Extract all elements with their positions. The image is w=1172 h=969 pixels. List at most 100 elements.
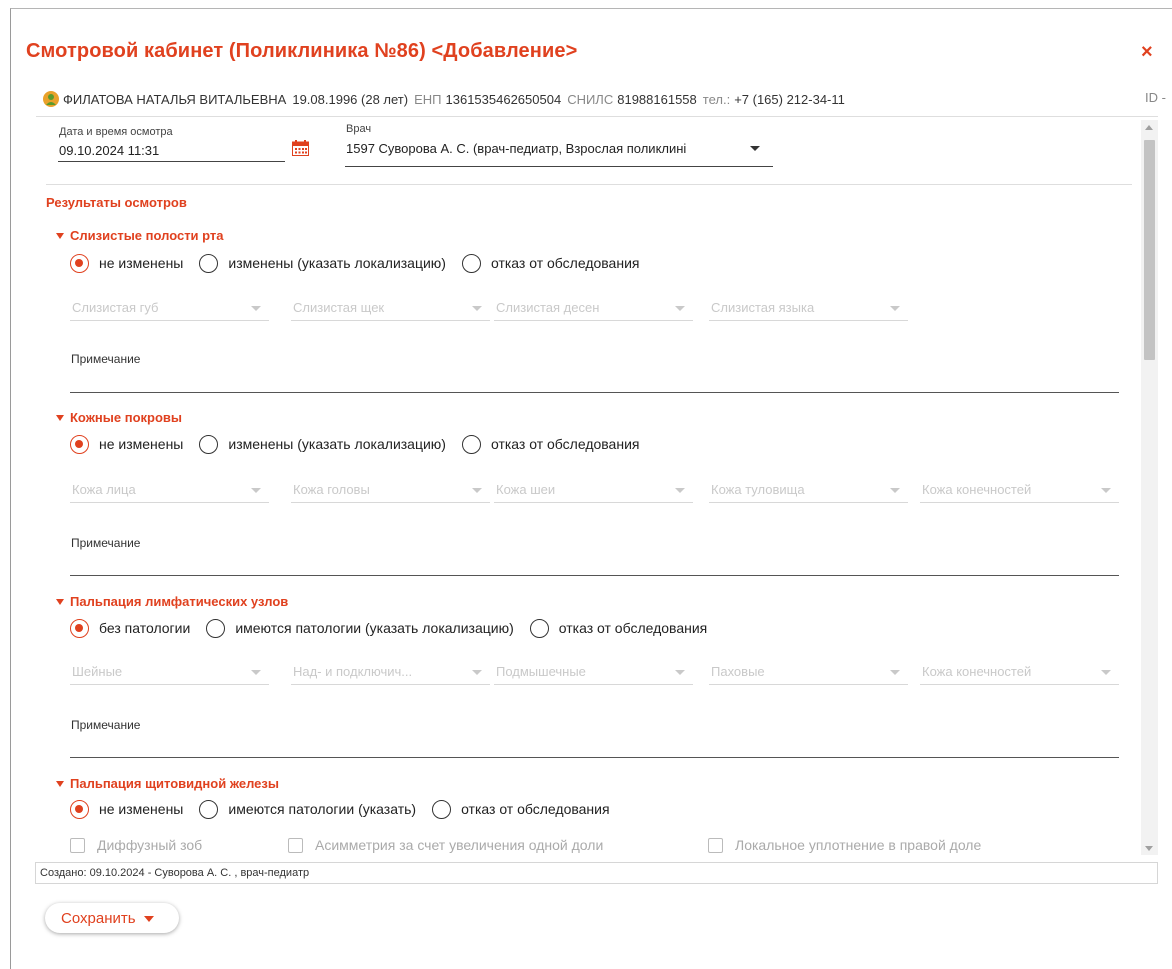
section-lymph-title: Пальпация лимфатических узлов xyxy=(70,594,289,609)
mucosa-tongue-select[interactable]: Слизистая языка xyxy=(709,297,908,321)
checkbox-box xyxy=(70,837,85,853)
lymph-radio-normal[interactable]: без патологии xyxy=(70,618,191,638)
chevron-down-icon xyxy=(675,488,685,493)
radio-circle xyxy=(461,253,481,273)
collapse-triangle-icon xyxy=(56,415,64,421)
doctor-underline xyxy=(345,166,773,167)
skin-neck-select[interactable]: Кожа шеи xyxy=(494,479,693,503)
chevron-down-icon xyxy=(251,670,261,675)
scroll-down-icon[interactable] xyxy=(1145,846,1153,851)
mucosa-radio-refusal[interactable]: отказ от обследования xyxy=(461,253,639,273)
radio-circle xyxy=(199,253,219,273)
radio-circle xyxy=(461,434,481,454)
radio-label: без патологии xyxy=(99,620,191,636)
section-mucosa-toggle[interactable]: Слизистые полости рта xyxy=(56,228,224,243)
lymph-radio-group: без патологии имеются патологии (указать… xyxy=(70,618,707,638)
checkbox-label: Диффузный зоб xyxy=(97,837,203,853)
phone-label: тел.: xyxy=(702,91,731,107)
chevron-down-icon xyxy=(675,670,685,675)
radio-circle xyxy=(432,799,452,819)
select-placeholder: Кожа туловища xyxy=(711,482,805,497)
radio-circle xyxy=(70,618,89,638)
radio-label: не изменены xyxy=(99,436,184,452)
thyroid-radio-unchanged[interactable]: не изменены xyxy=(70,799,184,819)
lymph-radio-pathology[interactable]: имеются патологии (указать локализацию) xyxy=(206,618,514,638)
chevron-down-icon xyxy=(472,670,482,675)
mucosa-cheeks-select[interactable]: Слизистая щек xyxy=(291,297,490,321)
checkbox-box xyxy=(288,837,303,853)
select-placeholder: Подмышечные xyxy=(496,664,586,679)
skin-radio-unchanged[interactable]: не изменены xyxy=(70,434,184,454)
select-placeholder: Слизистая языка xyxy=(711,300,815,315)
dialog-title: Смотровой кабинет (Поликлиника №86) <Доб… xyxy=(26,40,578,62)
select-placeholder: Слизистая десен xyxy=(496,300,600,315)
skin-face-select[interactable]: Кожа лица xyxy=(70,479,269,503)
section-thyroid-toggle[interactable]: Пальпация щитовидной железы xyxy=(56,776,279,791)
save-menu-icon[interactable] xyxy=(143,916,154,922)
skin-head-select[interactable]: Кожа головы xyxy=(291,479,490,503)
skin-limbs-select[interactable]: Кожа конечностей xyxy=(920,479,1119,503)
lymph-cervical-select[interactable]: Шейные xyxy=(70,661,269,685)
lymph-radio-refusal[interactable]: отказ от обследования xyxy=(529,618,708,638)
thyroid-checkbox-nodule[interactable]: Локальное уплотнение в правой доле xyxy=(708,836,981,854)
scrollbar[interactable] xyxy=(1141,120,1158,855)
skin-note-input[interactable] xyxy=(70,575,1119,576)
snils-value: 81988161558 xyxy=(617,91,697,107)
mucosa-radio-unchanged[interactable]: не изменены xyxy=(70,253,183,273)
chevron-down-icon xyxy=(675,306,685,311)
thyroid-radio-refusal[interactable]: отказ от обследования xyxy=(432,799,610,819)
lymph-clavicular-select[interactable]: Над- и подключич... xyxy=(291,661,490,685)
doctor-select[interactable]: 1597 Суворова А. С. (врач-педиатр, Взрос… xyxy=(346,141,746,156)
radio-label: имеются патологии (указать) xyxy=(228,801,417,817)
skin-radio-refusal[interactable]: отказ от обследования xyxy=(461,434,640,454)
lymph-inguinal-select[interactable]: Паховые xyxy=(709,661,908,685)
thyroid-radio-pathology[interactable]: имеются патологии (указать) xyxy=(199,799,417,819)
lymph-limbs-select[interactable]: Кожа конечностей xyxy=(920,661,1119,685)
section-lymph-toggle[interactable]: Пальпация лимфатических узлов xyxy=(56,594,288,609)
save-button-label: Сохранить xyxy=(61,909,136,927)
checkbox-box xyxy=(708,837,723,853)
checkbox-label: Асимметрия за счет увеличения одной доли xyxy=(315,837,604,853)
scrollbar-thumb[interactable] xyxy=(1144,140,1155,360)
mucosa-radio-changed[interactable]: изменены (указать локализацию) xyxy=(199,253,446,273)
select-placeholder: Кожа лица xyxy=(72,482,136,497)
select-placeholder: Шейные xyxy=(72,664,123,679)
close-icon[interactable]: × xyxy=(1141,42,1153,62)
lymph-note-input[interactable] xyxy=(70,757,1119,758)
select-placeholder: Кожа шеи xyxy=(496,482,556,497)
chevron-down-icon xyxy=(890,670,900,675)
thyroid-checkbox-goiter[interactable]: Диффузный зоб xyxy=(70,836,202,854)
datetime-underline xyxy=(58,161,285,162)
select-placeholder: Паховые xyxy=(711,664,765,679)
doctor-dropdown-icon[interactable] xyxy=(750,146,760,151)
mucosa-note-input[interactable] xyxy=(70,392,1119,393)
thyroid-checkbox-asymmetry[interactable]: Асимметрия за счет увеличения одной доли xyxy=(288,836,603,854)
radio-label: не изменены xyxy=(99,801,184,817)
collapse-triangle-icon xyxy=(56,781,64,787)
skin-torso-select[interactable]: Кожа туловища xyxy=(709,479,908,503)
lymph-axillary-select[interactable]: Подмышечные xyxy=(494,661,693,685)
skin-radio-changed[interactable]: изменены (указать локализацию) xyxy=(199,434,446,454)
mucosa-lips-select[interactable]: Слизистая губ xyxy=(70,297,269,321)
select-placeholder: Кожа конечностей xyxy=(922,664,1032,679)
select-placeholder: Кожа конечностей xyxy=(922,482,1032,497)
save-button[interactable]: Сохранить xyxy=(45,903,179,933)
mucosa-gums-select[interactable]: Слизистая десен xyxy=(494,297,693,321)
radio-circle xyxy=(70,253,89,273)
radio-circle xyxy=(206,618,226,638)
record-id: ID - xyxy=(1145,90,1166,105)
lymph-note-label: Примечание xyxy=(71,718,141,732)
mucosa-note-label: Примечание xyxy=(71,352,141,366)
select-placeholder: Слизистая щек xyxy=(293,300,385,315)
chevron-down-icon xyxy=(251,306,261,311)
scroll-up-icon[interactable] xyxy=(1145,125,1153,130)
radio-label: отказ от обследования xyxy=(558,620,708,636)
calendar-icon[interactable] xyxy=(292,140,309,156)
mucosa-radio-group: не изменены изменены (указать локализаци… xyxy=(70,253,639,273)
header-divider xyxy=(36,116,1158,117)
section-skin-toggle[interactable]: Кожные покровы xyxy=(56,410,182,425)
radio-label: отказ от обследования xyxy=(490,436,640,452)
datetime-input[interactable]: 09.10.2024 11:31 xyxy=(59,143,159,158)
radio-circle xyxy=(529,618,549,638)
patient-birth: 19.08.1996 (28 лет) xyxy=(292,91,409,107)
